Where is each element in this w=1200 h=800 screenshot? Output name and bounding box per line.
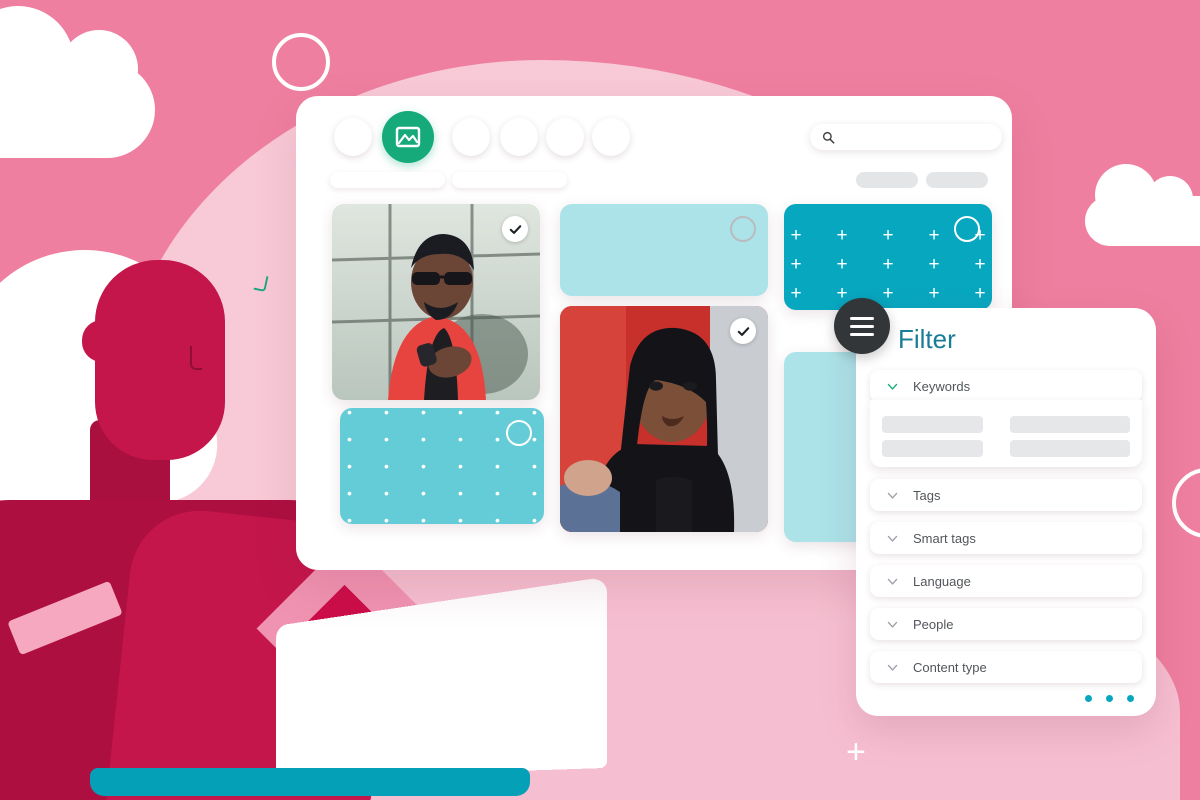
search-input[interactable] — [841, 130, 995, 144]
toolbar-button-5[interactable] — [546, 118, 584, 156]
circle-outline-decor-right — [1172, 468, 1200, 538]
toolbar-placeholder-bar-4 — [926, 172, 988, 188]
filter-panel: Filter Keywords Tags Smart tags Language… — [834, 298, 1156, 716]
hamburger-icon-line — [850, 324, 874, 328]
chevron-down-icon — [887, 535, 898, 542]
search-bar[interactable] — [810, 124, 1002, 150]
plus-decor-icon: + — [846, 733, 866, 771]
filter-row-keywords[interactable]: Keywords — [870, 370, 1142, 402]
keyword-chip-placeholder — [882, 416, 984, 433]
asset-placeholder-dots[interactable]: • • • • • • • • • • • • • • • • • • • • • • • • • • • • • • — [340, 408, 544, 524]
pagination-dots[interactable] — [1085, 695, 1134, 702]
illustration-scene: + + + + + + + + + + + + + + + + • • • • … — [0, 0, 1200, 800]
selection-badge-empty[interactable] — [730, 216, 756, 242]
hamburger-icon-line — [850, 332, 874, 336]
selection-badge-empty[interactable] — [506, 420, 532, 446]
filter-row-content-type[interactable]: Content type — [870, 651, 1142, 683]
pagination-dot[interactable] — [1085, 695, 1092, 702]
chevron-down-icon — [887, 578, 898, 585]
cloud-icon-right — [1085, 164, 1200, 246]
toolbar-button-3[interactable] — [452, 118, 490, 156]
filter-list: Keywords Tags Smart tags Language People… — [870, 370, 1142, 694]
keyword-chip-placeholder — [1009, 440, 1130, 457]
filter-label: Content type — [913, 659, 987, 675]
hamburger-menu-button[interactable] — [834, 298, 890, 354]
toolbar-button-images[interactable] — [382, 111, 434, 163]
image-icon — [395, 126, 421, 148]
chevron-down-icon — [887, 492, 898, 499]
circle-outline-decor-top — [272, 33, 330, 91]
asset-photo-man[interactable] — [332, 204, 540, 400]
cloud-icon-left — [0, 6, 155, 158]
chevron-down-icon — [887, 383, 898, 390]
asset-placeholder-cyan-top[interactable] — [560, 204, 768, 296]
filter-label: Language — [913, 573, 971, 589]
filter-label: People — [913, 616, 954, 632]
search-icon — [822, 131, 835, 144]
toolbar-placeholder-bar-1 — [330, 172, 445, 188]
keywords-expanded-body — [870, 400, 1142, 467]
keyword-chip-placeholder — [882, 440, 984, 457]
selection-badge-checked[interactable] — [730, 318, 756, 344]
laptop-base — [90, 768, 530, 796]
filter-row-tags[interactable]: Tags — [870, 479, 1142, 511]
chevron-down-icon — [887, 664, 898, 671]
filter-row-people[interactable]: People — [870, 608, 1142, 640]
selection-badge-empty[interactable] — [954, 216, 980, 242]
asset-photo-woman[interactable] — [560, 306, 768, 532]
app-toolbar — [296, 96, 1012, 196]
toolbar-placeholder-bar-3 — [856, 172, 918, 188]
pagination-dot[interactable] — [1106, 695, 1113, 702]
toolbar-button-1[interactable] — [334, 118, 372, 156]
nose-shape — [190, 346, 202, 370]
filter-label: Keywords — [913, 378, 971, 394]
check-icon — [509, 224, 521, 234]
face-shape — [95, 260, 225, 460]
filter-row-language[interactable]: Language — [870, 565, 1142, 597]
chevron-down-icon — [887, 621, 898, 628]
filter-row-smart-tags[interactable]: Smart tags — [870, 522, 1142, 554]
hamburger-icon-line — [850, 316, 874, 320]
selection-badge-checked[interactable] — [502, 216, 528, 242]
check-icon — [737, 326, 749, 336]
asset-placeholder-teal-plus[interactable]: + + + + + + + + + + + + + + + — [784, 204, 992, 310]
toolbar-button-4[interactable] — [500, 118, 538, 156]
toolbar-button-6[interactable] — [592, 118, 630, 156]
pagination-dot[interactable] — [1127, 695, 1134, 702]
filter-panel-title: Filter — [898, 324, 956, 354]
toolbar-placeholder-bar-2 — [452, 172, 567, 188]
filter-label: Smart tags — [913, 530, 976, 546]
filter-label: Tags — [913, 487, 941, 503]
keyword-chip-placeholder — [1009, 416, 1130, 433]
